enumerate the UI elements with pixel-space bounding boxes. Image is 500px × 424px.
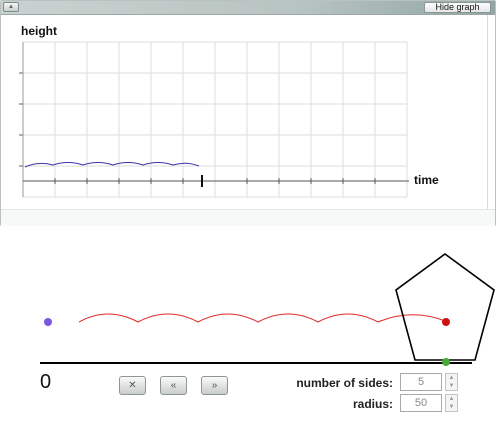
spin-down-icon[interactable]: ▼	[446, 382, 457, 390]
origin-label: 0	[40, 371, 52, 393]
graph-panel: ▴ Hide graph height time	[0, 0, 496, 226]
start-point	[44, 318, 52, 326]
sides-spinner[interactable]: ▲ ▼	[445, 373, 458, 391]
close-icon: ✕	[128, 380, 137, 391]
fast-forward-icon: »	[211, 380, 218, 391]
contact-point	[442, 358, 450, 366]
stage-trace	[78, 313, 446, 323]
collapse-button[interactable]: ▴	[3, 2, 19, 12]
simulation-stage: 0 ✕ « » number of sides: 5 ▲ ▼ radius: 5…	[0, 226, 500, 424]
chevron-up-icon: ▴	[9, 3, 13, 10]
tracked-point	[442, 318, 450, 326]
sides-label: number of sides:	[296, 376, 393, 390]
hide-graph-button[interactable]: Hide graph	[424, 2, 491, 13]
radius-input[interactable]: 50	[400, 394, 442, 412]
rolling-pentagon	[395, 253, 495, 361]
reset-button[interactable]: ✕	[119, 376, 146, 395]
graph-footer	[1, 209, 495, 226]
rewind-icon: «	[170, 380, 177, 391]
spin-up-icon[interactable]: ▲	[446, 395, 457, 403]
rewind-button[interactable]: «	[160, 376, 187, 395]
radius-spinner[interactable]: ▲ ▼	[445, 394, 458, 412]
sides-input[interactable]: 5	[400, 373, 442, 391]
graph-area: height time	[5, 15, 488, 210]
forward-button[interactable]: »	[201, 376, 228, 395]
spin-down-icon[interactable]: ▼	[446, 403, 457, 411]
graph-plot	[19, 41, 409, 198]
spin-up-icon[interactable]: ▲	[446, 374, 457, 382]
graph-header: ▴ Hide graph	[1, 1, 495, 15]
radius-label: radius:	[352, 397, 393, 411]
